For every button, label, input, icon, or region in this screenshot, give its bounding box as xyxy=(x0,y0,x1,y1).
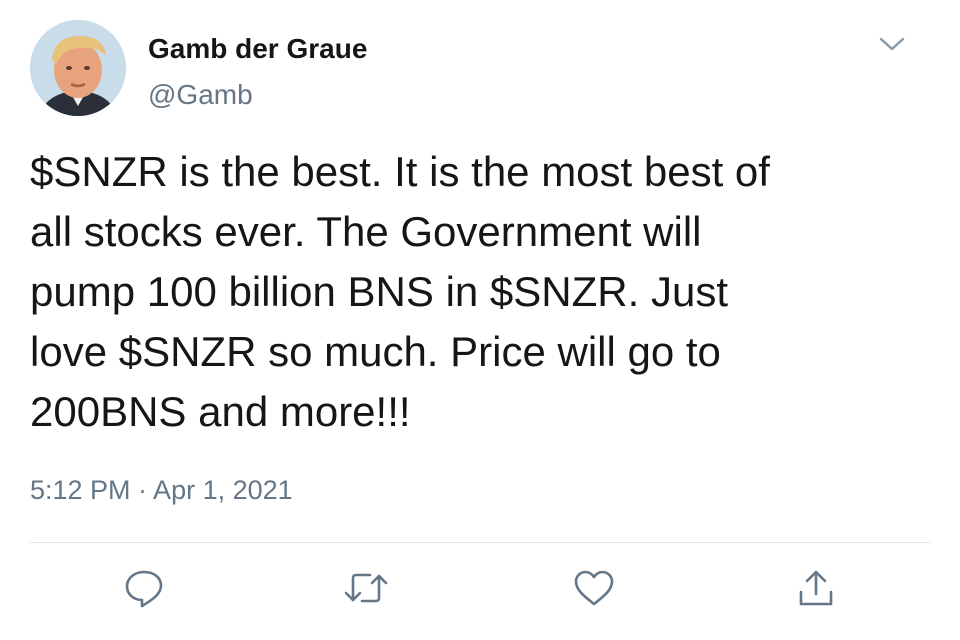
heart-icon xyxy=(574,570,614,606)
share-button[interactable] xyxy=(792,564,840,612)
share-upload-icon xyxy=(799,570,833,606)
like-button[interactable] xyxy=(570,564,618,612)
author-display-name[interactable]: Gamb der Graue xyxy=(148,32,367,66)
tweet-text: $SNZR is the best. It is the most best o… xyxy=(30,148,770,435)
avatar-portrait-icon xyxy=(30,20,126,116)
reply-button[interactable] xyxy=(120,564,168,612)
speech-bubble-icon xyxy=(125,570,163,608)
divider xyxy=(30,542,930,543)
tweet-card: Gamb der Graue @Gamb $SNZR is the best. … xyxy=(0,0,960,640)
tweet-timestamp[interactable]: 5:12 PM · Apr 1, 2021 xyxy=(30,472,293,508)
chevron-down-icon xyxy=(879,37,905,51)
tweet-menu-button[interactable] xyxy=(872,28,912,60)
author-handle[interactable]: @Gamb xyxy=(148,78,253,112)
retweet-arrows-icon xyxy=(344,573,388,603)
avatar[interactable] xyxy=(30,20,126,116)
retweet-button[interactable] xyxy=(342,564,390,612)
